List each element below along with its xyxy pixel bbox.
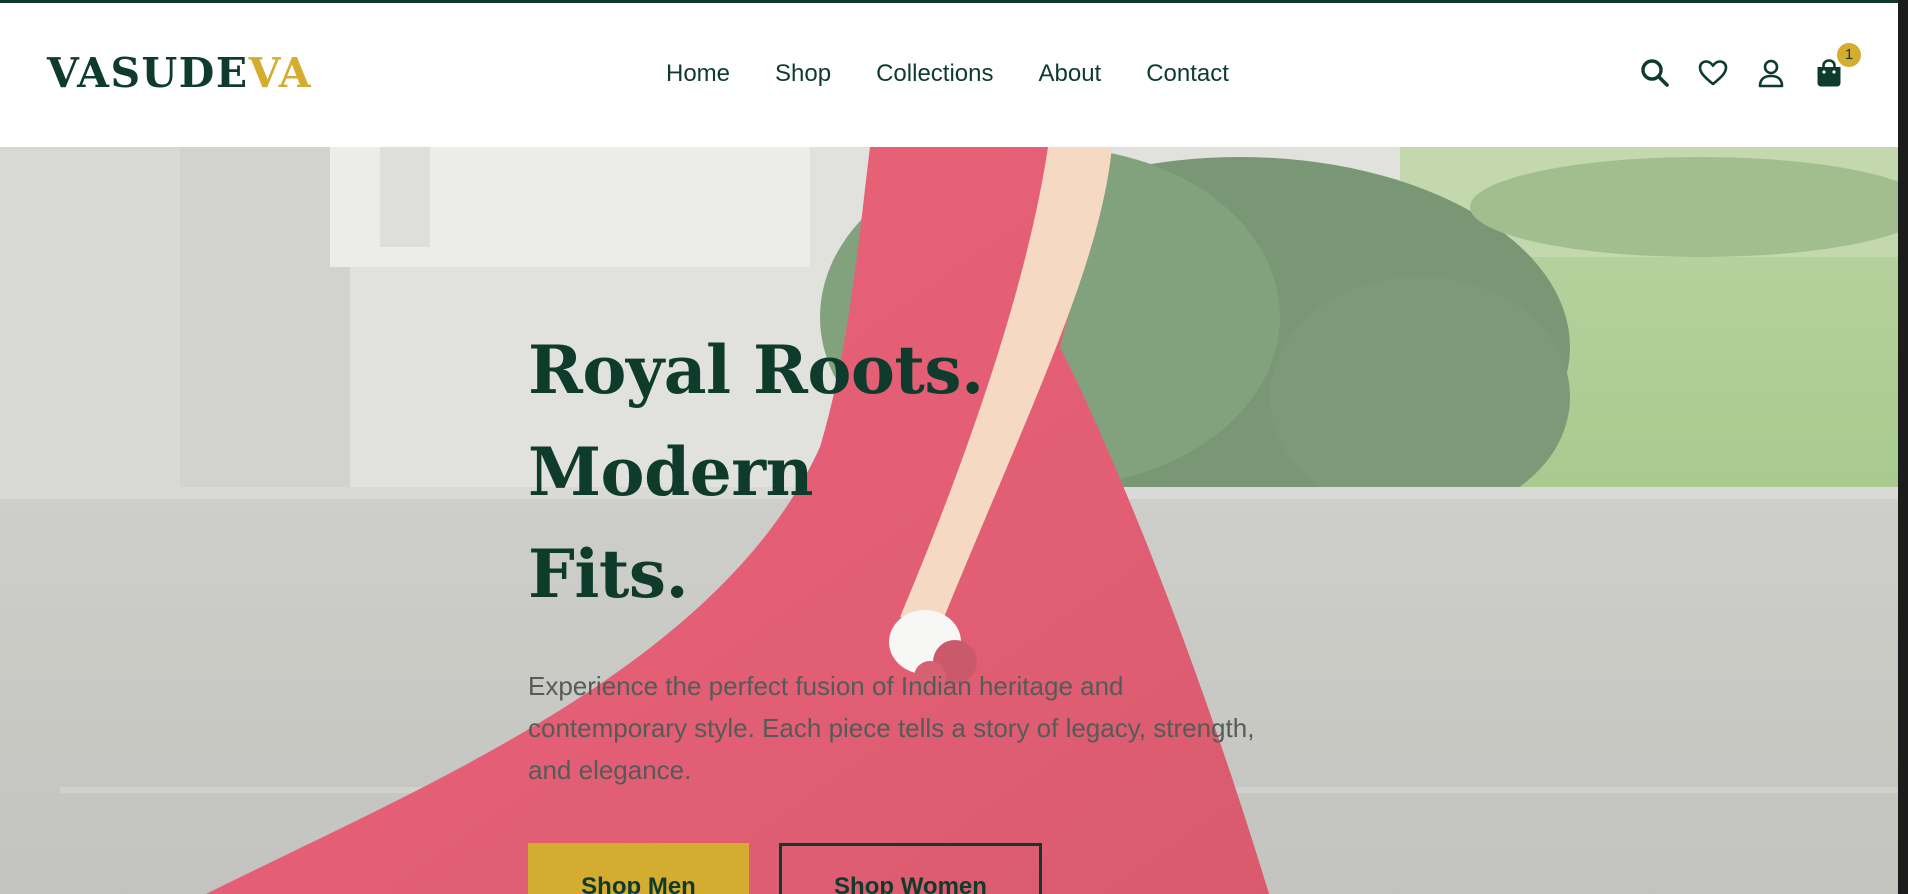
hero-content: Royal Roots. Modern Fits. Experience the… — [528, 319, 1288, 894]
hero-title-line-2: Fits. — [528, 535, 689, 613]
page: VASUDEVA Home Shop Collections About Con… — [0, 0, 1898, 894]
nav-collections[interactable]: Collections — [876, 60, 993, 89]
nav-about[interactable]: About — [1038, 60, 1101, 89]
hero-subtitle: Experience the perfect fusion of Indian … — [528, 671, 1255, 785]
hero-title: Royal Roots. Modern Fits. — [528, 319, 1288, 625]
hero-buttons: Shop Men Shop Women — [528, 843, 1288, 894]
site-header: VASUDEVA Home Shop Collections About Con… — [0, 3, 1898, 147]
heart-icon[interactable] — [1697, 57, 1729, 89]
nav-home[interactable]: Home — [666, 60, 730, 89]
header-icons: 1 — [1639, 43, 1861, 89]
brand-logo[interactable]: VASUDEVA — [47, 53, 312, 94]
cart-count-badge: 1 — [1837, 43, 1861, 67]
scrollbar-track[interactable] — [1898, 0, 1908, 894]
nav-shop[interactable]: Shop — [775, 60, 831, 89]
shopping-bag-icon[interactable]: 1 — [1813, 43, 1861, 89]
search-icon[interactable] — [1639, 57, 1671, 89]
main-nav: Home Shop Collections About Contact — [666, 60, 1274, 89]
hero-title-line-1: Royal Roots. Modern — [528, 331, 984, 511]
logo-accent-text: VA — [248, 49, 313, 97]
logo-main-text: VASUDE — [47, 49, 249, 97]
nav-contact[interactable]: Contact — [1146, 60, 1229, 89]
shop-women-button[interactable]: Shop Women — [779, 843, 1042, 894]
hero-section: Royal Roots. Modern Fits. Experience the… — [0, 147, 1898, 894]
shop-men-button[interactable]: Shop Men — [528, 843, 749, 894]
user-icon[interactable] — [1755, 57, 1787, 89]
